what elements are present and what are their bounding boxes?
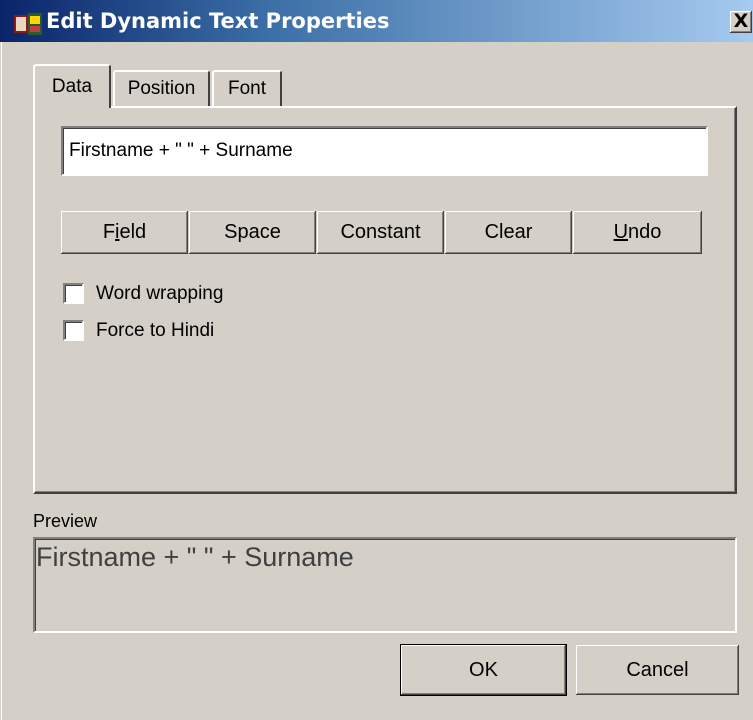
undo-label-end: ndo (628, 221, 662, 243)
app-icon (14, 13, 42, 35)
space-button[interactable]: Space (189, 211, 316, 254)
tab-position[interactable]: Position (113, 70, 210, 106)
ok-button[interactable]: OK (401, 645, 566, 695)
preview-label: Preview (33, 511, 98, 531)
undo-button[interactable]: Undo (573, 211, 702, 254)
force-to-hindi-checkbox[interactable] (63, 320, 84, 341)
cancel-button[interactable]: Cancel (576, 645, 739, 695)
constant-button[interactable]: Constant (317, 211, 444, 254)
force-to-hindi-label[interactable]: Force to Hindi (96, 320, 214, 342)
clear-button[interactable]: Clear (445, 211, 572, 254)
window-border (0, 42, 4, 720)
expression-input[interactable] (61, 126, 708, 176)
preview-text: Firstname + " " + Surname (36, 542, 354, 572)
field-button[interactable]: Field (61, 211, 188, 254)
word-wrapping-checkbox[interactable] (63, 283, 84, 304)
dialog-window: Edit Dynamic Text Properties X Data Posi… (0, 0, 753, 720)
field-label-end: eld (119, 221, 147, 243)
window-title: Edit Dynamic Text Properties (46, 9, 390, 33)
close-button[interactable]: X (730, 11, 752, 33)
word-wrapping-label[interactable]: Word wrapping (96, 283, 223, 305)
tab-font[interactable]: Font (212, 70, 282, 106)
undo-label-mnemonic: U (613, 221, 629, 243)
field-label-start: F (102, 221, 116, 243)
title-bar[interactable]: Edit Dynamic Text Properties X (0, 0, 753, 42)
tab-data[interactable]: Data (33, 64, 111, 108)
